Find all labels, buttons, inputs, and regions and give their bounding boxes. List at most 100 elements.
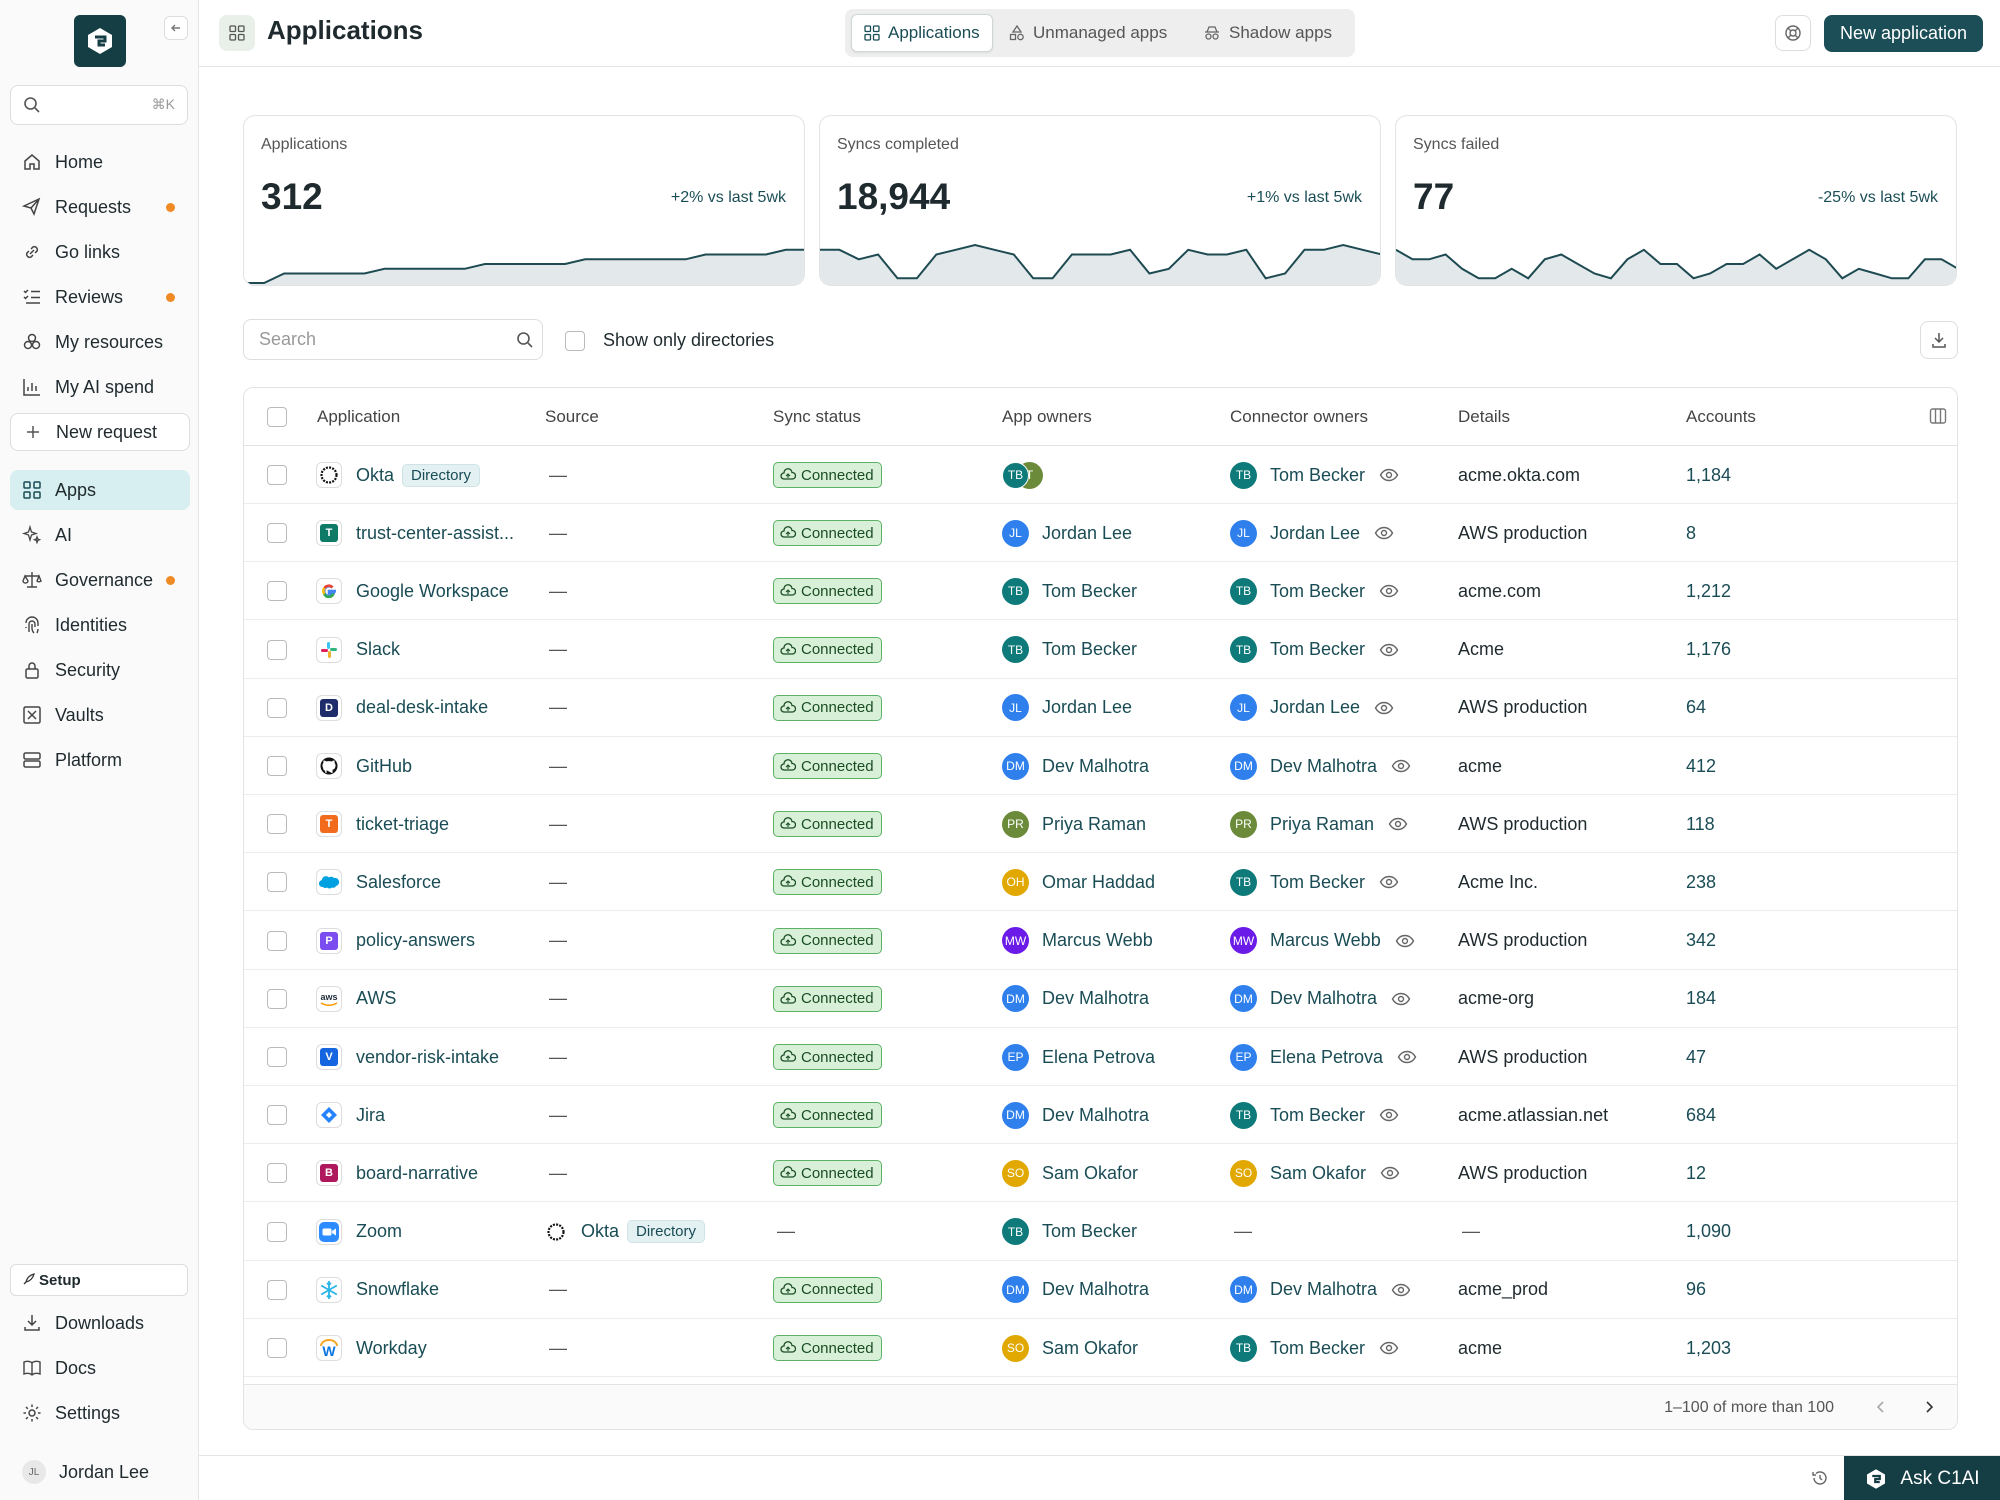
- owner-name[interactable]: Elena Petrova: [1042, 1047, 1155, 1068]
- connector-owner-name[interactable]: Dev Malhotra: [1270, 756, 1377, 777]
- eye-icon[interactable]: [1379, 468, 1399, 482]
- column-header-accounts[interactable]: Accounts: [1686, 407, 1756, 427]
- accounts-value[interactable]: 238: [1686, 872, 1716, 893]
- collapse-sidebar-button[interactable]: [164, 16, 188, 40]
- accounts-value[interactable]: 684: [1686, 1105, 1716, 1126]
- table-row[interactable]: W Workday — Connected SO Sam Okafor TB To…: [244, 1319, 1957, 1377]
- column-header-source[interactable]: Source: [545, 407, 599, 427]
- row-checkbox[interactable]: [267, 1221, 287, 1242]
- sidebar-item-platform[interactable]: Platform: [10, 740, 190, 780]
- application-name[interactable]: ticket-triage: [356, 814, 449, 835]
- accounts-value[interactable]: 184: [1686, 988, 1716, 1009]
- table-row[interactable]: V vendor-risk-intake — Connected EP Elena…: [244, 1028, 1957, 1086]
- sidebar-item-governance[interactable]: Governance: [10, 560, 190, 600]
- owner-avatar-stack[interactable]: T TB: [1002, 461, 1050, 489]
- owner-name[interactable]: Omar Haddad: [1042, 872, 1155, 893]
- sidebar-item-docs[interactable]: Docs: [10, 1348, 190, 1388]
- directories-checkbox[interactable]: [565, 330, 585, 351]
- table-row[interactable]: Salesforce — Connected OH Omar Haddad TB …: [244, 853, 1957, 912]
- application-name[interactable]: vendor-risk-intake: [356, 1047, 499, 1068]
- search-input[interactable]: [259, 329, 499, 350]
- table-row[interactable]: Slack — Connected TB Tom Becker TB Tom Be…: [244, 621, 1957, 679]
- owner-name[interactable]: Marcus Webb: [1042, 930, 1153, 951]
- sidebar-item-settings[interactable]: Settings: [10, 1393, 190, 1433]
- connector-owner-name[interactable]: Sam Okafor: [1270, 1163, 1366, 1184]
- column-header-details[interactable]: Details: [1458, 407, 1510, 427]
- owner-name[interactable]: Priya Raman: [1042, 814, 1146, 835]
- table-row[interactable]: Jira — Connected DM Dev Malhotra TB Tom B…: [244, 1086, 1957, 1145]
- sidebar-search[interactable]: ⌘K: [10, 85, 188, 125]
- connector-owner-name[interactable]: Tom Becker: [1270, 465, 1365, 486]
- application-name[interactable]: policy-answers: [356, 930, 475, 951]
- sidebar-item-downloads[interactable]: Downloads: [10, 1303, 190, 1343]
- eye-icon[interactable]: [1391, 759, 1411, 773]
- application-name[interactable]: board-narrative: [356, 1163, 478, 1184]
- accounts-value[interactable]: 412: [1686, 756, 1716, 777]
- source-name[interactable]: Okta: [581, 1221, 619, 1242]
- history-icon[interactable]: [1811, 1469, 1829, 1487]
- table-row[interactable]: T trust-center-assist... — Connected JL J…: [244, 504, 1957, 563]
- connector-owner-name[interactable]: Elena Petrova: [1270, 1047, 1383, 1068]
- application-name[interactable]: Salesforce: [356, 872, 441, 893]
- row-checkbox[interactable]: [267, 1279, 287, 1300]
- sidebar-item-requests[interactable]: Requests: [10, 187, 190, 227]
- table-row[interactable]: Google Workspace — Connected TB Tom Becke…: [244, 562, 1957, 621]
- new-request-button[interactable]: New request: [10, 413, 190, 451]
- setup-button[interactable]: Setup: [10, 1264, 188, 1296]
- eye-icon[interactable]: [1397, 1050, 1417, 1064]
- table-row[interactable]: B board-narrative — Connected SO Sam Okaf…: [244, 1144, 1957, 1203]
- chevron-left-icon[interactable]: [1873, 1399, 1889, 1415]
- accounts-value[interactable]: 118: [1686, 814, 1715, 835]
- application-name[interactable]: Google Workspace: [356, 581, 509, 602]
- column-header-app-owners[interactable]: App owners: [1002, 407, 1092, 427]
- application-name[interactable]: Zoom: [356, 1221, 402, 1242]
- table-row[interactable]: GitHub — Connected DM Dev Malhotra DM Dev…: [244, 737, 1957, 795]
- row-checkbox[interactable]: [267, 988, 287, 1009]
- accounts-value[interactable]: 1,203: [1686, 1338, 1731, 1359]
- accounts-value[interactable]: 1,090: [1686, 1221, 1731, 1242]
- row-checkbox[interactable]: [267, 1105, 287, 1126]
- connector-owner-name[interactable]: Priya Raman: [1270, 814, 1374, 835]
- owner-name[interactable]: Dev Malhotra: [1042, 1105, 1149, 1126]
- owner-name[interactable]: Sam Okafor: [1042, 1338, 1138, 1359]
- owner-name[interactable]: Tom Becker: [1042, 1221, 1137, 1242]
- application-name[interactable]: Workday: [356, 1338, 427, 1359]
- connector-owner-name[interactable]: Dev Malhotra: [1270, 1279, 1377, 1300]
- owner-name[interactable]: Tom Becker: [1042, 639, 1137, 660]
- application-name[interactable]: deal-desk-intake: [356, 697, 488, 718]
- owner-name[interactable]: Dev Malhotra: [1042, 756, 1149, 777]
- accounts-value[interactable]: 1,184: [1686, 465, 1731, 486]
- row-checkbox[interactable]: [267, 465, 287, 485]
- eye-icon[interactable]: [1379, 875, 1399, 889]
- accounts-value[interactable]: 64: [1686, 697, 1706, 718]
- eye-icon[interactable]: [1391, 992, 1411, 1006]
- connector-owner-name[interactable]: Marcus Webb: [1270, 930, 1381, 951]
- chevron-right-icon[interactable]: [1921, 1399, 1937, 1415]
- eye-icon[interactable]: [1379, 643, 1399, 657]
- connector-owner-name[interactable]: Jordan Lee: [1270, 697, 1360, 718]
- sidebar-item-go-links[interactable]: Go links: [10, 232, 190, 272]
- directories-filter[interactable]: Show only directories: [565, 330, 774, 351]
- sidebar-item-vaults[interactable]: Vaults: [10, 695, 190, 735]
- download-button[interactable]: [1920, 321, 1958, 359]
- sidebar-item-my-resources[interactable]: My resources: [10, 322, 190, 362]
- user-menu[interactable]: JL Jordan Lee: [22, 1460, 149, 1484]
- sidebar-item-security[interactable]: Security: [10, 650, 190, 690]
- eye-icon[interactable]: [1380, 1166, 1400, 1180]
- connector-owner-name[interactable]: Tom Becker: [1270, 1105, 1365, 1126]
- accounts-value[interactable]: 8: [1686, 523, 1696, 544]
- application-name[interactable]: Slack: [356, 639, 400, 660]
- table-row[interactable]: P policy-answers — Connected MW Marcus We…: [244, 912, 1957, 970]
- table-row[interactable]: Okta Directory — Connected T TB TB Tom Be…: [244, 446, 1957, 504]
- sidebar-item-identities[interactable]: Identities: [10, 605, 190, 645]
- connector-owner-name[interactable]: Tom Becker: [1270, 639, 1365, 660]
- tab-applications[interactable]: Applications: [851, 14, 993, 52]
- accounts-value[interactable]: 1,176: [1686, 639, 1731, 660]
- table-row[interactable]: D deal-desk-intake — Connected JL Jordan …: [244, 679, 1957, 737]
- row-checkbox[interactable]: [267, 1338, 287, 1358]
- row-checkbox[interactable]: [267, 1047, 287, 1067]
- eye-icon[interactable]: [1395, 934, 1415, 948]
- row-checkbox[interactable]: [267, 581, 287, 602]
- connector-owner-name[interactable]: Tom Becker: [1270, 581, 1365, 602]
- owner-name[interactable]: Dev Malhotra: [1042, 988, 1149, 1009]
